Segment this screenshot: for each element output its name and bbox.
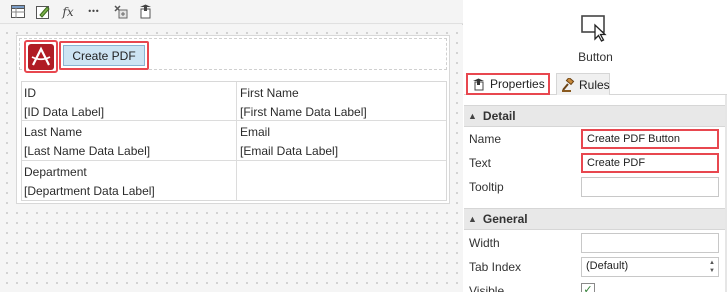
tools-icon[interactable]	[112, 3, 128, 20]
properties-panel: Button Properties Rules ▲ Detail Name Cr…	[464, 0, 727, 292]
property-label: Tab Index	[469, 260, 522, 274]
rules-icon[interactable]	[137, 3, 153, 20]
section-general[interactable]: ▲ General	[464, 208, 727, 230]
field-value: [Email Data Label]	[240, 144, 339, 158]
property-label: Visible	[469, 284, 505, 292]
designer-toolbar: fx •••	[0, 0, 463, 24]
field-value: [Last Name Data Label]	[24, 144, 151, 158]
property-label: Tooltip	[469, 180, 504, 194]
tab-label: Rules	[579, 77, 610, 92]
control-type-label: Button	[578, 50, 613, 64]
function-glyph: fx	[62, 4, 74, 19]
property-tooltip-row: Tooltip	[464, 176, 727, 200]
section-detail[interactable]: ▲ Detail	[464, 105, 727, 127]
form-designer: fx ••• Create PDF ID [ID Data Label] Fir…	[0, 0, 463, 292]
property-label: Width	[469, 236, 500, 250]
data-grid: ID [ID Data Label] First Name [First Nam…	[21, 81, 447, 201]
tab-rules[interactable]: Rules	[556, 73, 610, 95]
tab-properties[interactable]: Properties	[466, 73, 550, 95]
id-field[interactable]: ID [ID Data Label]	[22, 82, 236, 120]
field-label: First Name	[240, 86, 299, 100]
field-value: [Department Data Label]	[24, 184, 155, 198]
edit-form-icon[interactable]	[35, 3, 51, 20]
field-label: Email	[240, 125, 271, 139]
field-label: Department	[24, 165, 87, 179]
collapse-icon: ▲	[468, 214, 477, 224]
property-width-row: Width	[464, 232, 727, 256]
last-name-field[interactable]: Last Name [Last Name Data Label]	[22, 121, 236, 160]
property-text-row: Text Create PDF	[464, 152, 727, 176]
gavel-icon	[561, 77, 575, 92]
table-icon[interactable]	[10, 3, 26, 20]
toolbar-row: Create PDF	[19, 38, 447, 73]
more-icon[interactable]: •••	[86, 3, 100, 20]
button-control-icon	[580, 12, 610, 42]
create-pdf-button-label: Create PDF	[63, 45, 145, 66]
property-visible-row: Visible ✓	[464, 280, 727, 292]
field-value: [ID Data Label]	[24, 105, 105, 119]
department-field[interactable]: Department [Department Data Label]	[22, 161, 236, 200]
visible-checkbox[interactable]: ✓	[581, 283, 595, 292]
more-glyph: •••	[87, 7, 99, 16]
panel-tabs: Properties Rules	[464, 73, 727, 95]
function-icon[interactable]: fx	[60, 3, 76, 20]
field-value: [First Name Data Label]	[240, 105, 367, 119]
form-view: Create PDF ID [ID Data Label] First Name…	[16, 35, 450, 204]
create-pdf-button[interactable]: Create PDF	[59, 41, 149, 70]
property-name-row: Name Create PDF Button	[464, 128, 727, 152]
tab-label: Properties	[490, 77, 545, 91]
collapse-icon: ▲	[468, 111, 477, 121]
grid-divider	[236, 82, 237, 200]
properties-icon	[472, 78, 485, 91]
email-field[interactable]: Email [Email Data Label]	[238, 121, 446, 160]
control-header: Button	[464, 0, 727, 72]
section-label: General	[482, 212, 528, 226]
width-field[interactable]	[581, 233, 719, 253]
tab-index-value: (Default)	[586, 260, 629, 272]
pdf-icon[interactable]	[24, 40, 58, 73]
property-label: Name	[469, 132, 502, 146]
name-field[interactable]: Create PDF Button	[581, 129, 719, 149]
field-label: Last Name	[24, 125, 83, 139]
property-label: Text	[469, 156, 492, 170]
text-field[interactable]: Create PDF	[581, 153, 719, 173]
tab-index-spinner[interactable]: (Default) ▲ ▼	[581, 257, 719, 277]
section-label: Detail	[482, 109, 516, 123]
spinner-arrows-icon[interactable]: ▲ ▼	[708, 259, 716, 275]
property-tab-index-row: Tab Index (Default) ▲ ▼	[464, 256, 727, 280]
field-label: ID	[24, 86, 36, 100]
tooltip-field[interactable]	[581, 177, 719, 197]
first-name-field[interactable]: First Name [First Name Data Label]	[238, 82, 446, 120]
